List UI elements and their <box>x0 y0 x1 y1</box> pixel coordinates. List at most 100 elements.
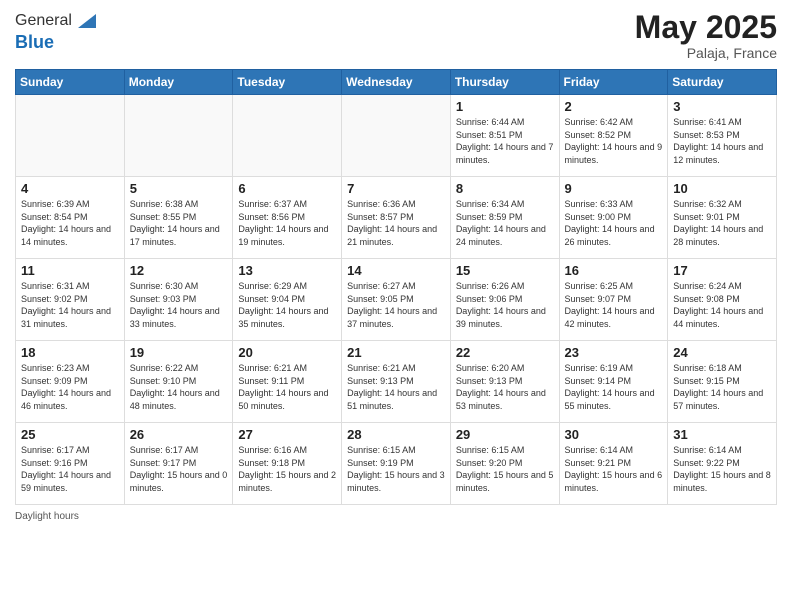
day-number: 15 <box>456 263 554 278</box>
day-number: 18 <box>21 345 119 360</box>
day-info: Sunrise: 6:37 AM Sunset: 8:56 PM Dayligh… <box>238 198 336 248</box>
day-info: Sunrise: 6:29 AM Sunset: 9:04 PM Dayligh… <box>238 280 336 330</box>
day-info: Sunrise: 6:32 AM Sunset: 9:01 PM Dayligh… <box>673 198 771 248</box>
day-number: 30 <box>565 427 663 442</box>
calendar-cell: 21Sunrise: 6:21 AM Sunset: 9:13 PM Dayli… <box>342 341 451 423</box>
day-number: 29 <box>456 427 554 442</box>
calendar-week-2: 11 Sunrise: 6:31 AM Sunset: 9:02 PM Dayli… <box>16 259 777 341</box>
col-friday: Friday <box>559 70 668 95</box>
day-number: 1 <box>456 99 554 114</box>
calendar-cell: 19Sunrise: 6:22 AM Sunset: 9:10 PM Dayli… <box>124 341 233 423</box>
page: General Blue May 2025 Palaja, France Sun… <box>0 0 792 612</box>
day-info: Sunrise: 6:33 AM Sunset: 9:00 PM Dayligh… <box>565 198 663 248</box>
calendar-cell: 24 Sunrise: 6:18 AM Sunset: 9:15 PM Dayli… <box>668 341 777 423</box>
day-number: 6 <box>238 181 336 196</box>
logo: General Blue <box>15 10 96 53</box>
calendar-cell: 30 Sunrise: 6:14 AM Sunset: 9:21 PM Dayli… <box>559 423 668 505</box>
calendar-cell: 26 Sunrise: 6:17 AM Sunset: 9:17 PM Dayli… <box>124 423 233 505</box>
logo-blue-text: Blue <box>15 32 96 53</box>
calendar-cell: 5 Sunrise: 6:38 AM Sunset: 8:55 PM Daylig… <box>124 177 233 259</box>
day-number: 22 <box>456 345 554 360</box>
day-info: Sunrise: 6:23 AM Sunset: 9:09 PM Dayligh… <box>21 362 119 412</box>
calendar-cell <box>233 95 342 177</box>
col-monday: Monday <box>124 70 233 95</box>
calendar-cell: 14Sunrise: 6:27 AM Sunset: 9:05 PM Dayli… <box>342 259 451 341</box>
day-info: Sunrise: 6:36 AM Sunset: 8:57 PM Dayligh… <box>347 198 445 248</box>
calendar-cell: 2 Sunrise: 6:42 AM Sunset: 8:52 PM Daylig… <box>559 95 668 177</box>
calendar-cell: 11 Sunrise: 6:31 AM Sunset: 9:02 PM Dayli… <box>16 259 125 341</box>
calendar-week-4: 25Sunrise: 6:17 AM Sunset: 9:16 PM Dayli… <box>16 423 777 505</box>
day-info: Sunrise: 6:31 AM Sunset: 9:02 PM Dayligh… <box>21 280 119 330</box>
month-title: May 2025 <box>635 10 777 45</box>
col-sunday: Sunday <box>16 70 125 95</box>
calendar-week-0: 1 Sunrise: 6:44 AM Sunset: 8:51 PM Daylig… <box>16 95 777 177</box>
day-number: 2 <box>565 99 663 114</box>
day-info: Sunrise: 6:38 AM Sunset: 8:55 PM Dayligh… <box>130 198 228 248</box>
day-number: 16 <box>565 263 663 278</box>
day-number: 17 <box>673 263 771 278</box>
calendar-cell: 20 Sunrise: 6:21 AM Sunset: 9:11 PM Dayli… <box>233 341 342 423</box>
calendar-header-row: Sunday Monday Tuesday Wednesday Thursday… <box>16 70 777 95</box>
day-number: 3 <box>673 99 771 114</box>
calendar-cell: 13 Sunrise: 6:29 AM Sunset: 9:04 PM Dayli… <box>233 259 342 341</box>
day-number: 23 <box>565 345 663 360</box>
calendar-cell: 10 Sunrise: 6:32 AM Sunset: 9:01 PM Dayli… <box>668 177 777 259</box>
day-number: 27 <box>238 427 336 442</box>
calendar-cell: 25Sunrise: 6:17 AM Sunset: 9:16 PM Dayli… <box>16 423 125 505</box>
day-info: Sunrise: 6:44 AM Sunset: 8:51 PM Dayligh… <box>456 116 554 166</box>
col-tuesday: Tuesday <box>233 70 342 95</box>
calendar-week-3: 18 Sunrise: 6:23 AM Sunset: 9:09 PM Dayli… <box>16 341 777 423</box>
location: Palaja, France <box>635 45 777 61</box>
day-info: Sunrise: 6:20 AM Sunset: 9:13 PM Dayligh… <box>456 362 554 412</box>
day-number: 25 <box>21 427 119 442</box>
calendar-cell: 16 Sunrise: 6:25 AM Sunset: 9:07 PM Dayli… <box>559 259 668 341</box>
daylight-hours-label: Daylight hours <box>15 511 79 522</box>
day-number: 10 <box>673 181 771 196</box>
day-info: Sunrise: 6:18 AM Sunset: 9:15 PM Dayligh… <box>673 362 771 412</box>
day-info: Sunrise: 6:26 AM Sunset: 9:06 PM Dayligh… <box>456 280 554 330</box>
day-info: Sunrise: 6:24 AM Sunset: 9:08 PM Dayligh… <box>673 280 771 330</box>
day-number: 21 <box>347 345 445 360</box>
calendar-week-1: 4 Sunrise: 6:39 AM Sunset: 8:54 PM Daylig… <box>16 177 777 259</box>
day-info: Sunrise: 6:14 AM Sunset: 9:21 PM Dayligh… <box>565 444 663 494</box>
col-wednesday: Wednesday <box>342 70 451 95</box>
day-info: Sunrise: 6:17 AM Sunset: 9:17 PM Dayligh… <box>130 444 228 494</box>
day-info: Sunrise: 6:41 AM Sunset: 8:53 PM Dayligh… <box>673 116 771 166</box>
day-number: 28 <box>347 427 445 442</box>
day-number: 24 <box>673 345 771 360</box>
day-info: Sunrise: 6:42 AM Sunset: 8:52 PM Dayligh… <box>565 116 663 166</box>
day-info: Sunrise: 6:21 AM Sunset: 9:11 PM Dayligh… <box>238 362 336 412</box>
day-info: Sunrise: 6:30 AM Sunset: 9:03 PM Dayligh… <box>130 280 228 330</box>
day-number: 20 <box>238 345 336 360</box>
day-number: 8 <box>456 181 554 196</box>
day-number: 13 <box>238 263 336 278</box>
day-info: Sunrise: 6:39 AM Sunset: 8:54 PM Dayligh… <box>21 198 119 248</box>
calendar-cell: 23Sunrise: 6:19 AM Sunset: 9:14 PM Dayli… <box>559 341 668 423</box>
calendar-cell: 7 Sunrise: 6:36 AM Sunset: 8:57 PM Daylig… <box>342 177 451 259</box>
calendar-cell <box>124 95 233 177</box>
day-number: 9 <box>565 181 663 196</box>
day-number: 7 <box>347 181 445 196</box>
calendar-cell: 28 Sunrise: 6:15 AM Sunset: 9:19 PM Dayli… <box>342 423 451 505</box>
day-info: Sunrise: 6:34 AM Sunset: 8:59 PM Dayligh… <box>456 198 554 248</box>
day-number: 4 <box>21 181 119 196</box>
day-number: 14 <box>347 263 445 278</box>
col-thursday: Thursday <box>450 70 559 95</box>
calendar-cell <box>342 95 451 177</box>
footer-note: Daylight hours <box>15 511 777 522</box>
calendar-cell: 4 Sunrise: 6:39 AM Sunset: 8:54 PM Daylig… <box>16 177 125 259</box>
calendar-cell: 18 Sunrise: 6:23 AM Sunset: 9:09 PM Dayli… <box>16 341 125 423</box>
calendar-cell: 6 Sunrise: 6:37 AM Sunset: 8:56 PM Daylig… <box>233 177 342 259</box>
col-saturday: Saturday <box>668 70 777 95</box>
day-info: Sunrise: 6:25 AM Sunset: 9:07 PM Dayligh… <box>565 280 663 330</box>
day-number: 5 <box>130 181 228 196</box>
day-number: 12 <box>130 263 228 278</box>
day-info: Sunrise: 6:15 AM Sunset: 9:20 PM Dayligh… <box>456 444 554 494</box>
day-info: Sunrise: 6:15 AM Sunset: 9:19 PM Dayligh… <box>347 444 445 494</box>
calendar-cell: 15 Sunrise: 6:26 AM Sunset: 9:06 PM Dayli… <box>450 259 559 341</box>
day-number: 26 <box>130 427 228 442</box>
day-number: 19 <box>130 345 228 360</box>
calendar-cell: 22 Sunrise: 6:20 AM Sunset: 9:13 PM Dayli… <box>450 341 559 423</box>
day-info: Sunrise: 6:14 AM Sunset: 9:22 PM Dayligh… <box>673 444 771 494</box>
day-number: 11 <box>21 263 119 278</box>
